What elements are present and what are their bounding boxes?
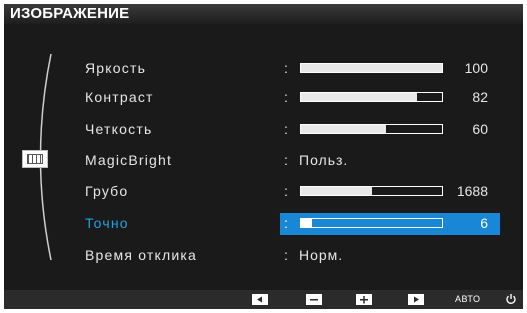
level-bar-fill bbox=[301, 64, 442, 72]
setting-label: Четкость bbox=[85, 121, 153, 137]
separator: : bbox=[284, 60, 288, 76]
level-bar[interactable] bbox=[300, 92, 443, 102]
separator: : bbox=[284, 89, 288, 105]
separator: : bbox=[284, 121, 288, 137]
setting-value: Норм. bbox=[299, 247, 344, 263]
setting-row-brightness[interactable]: Яркость : 100 bbox=[4, 58, 523, 80]
right-arrow-icon[interactable] bbox=[408, 294, 424, 305]
level-bar[interactable] bbox=[300, 186, 443, 196]
setting-value: Польз. bbox=[299, 152, 349, 168]
osd-menu: ИЗОБРАЖЕНИЕ Яркость : 100 Контраст : 82 … bbox=[4, 4, 523, 309]
setting-value: 82 bbox=[472, 89, 488, 105]
auto-button[interactable]: АВТО bbox=[455, 294, 481, 304]
minus-icon[interactable] bbox=[306, 294, 322, 305]
setting-value: 100 bbox=[464, 60, 488, 76]
level-bar[interactable] bbox=[300, 63, 443, 73]
menu-title: ИЗОБРАЖЕНИЕ bbox=[10, 5, 130, 22]
separator: : bbox=[284, 183, 288, 199]
plus-icon[interactable] bbox=[356, 294, 372, 305]
power-icon[interactable] bbox=[505, 293, 517, 305]
setting-row-response-time[interactable]: Время отклика : Норм. bbox=[4, 245, 523, 267]
setting-row-fine[interactable]: Точно : 6 bbox=[4, 213, 523, 235]
left-arrow-icon[interactable] bbox=[252, 294, 268, 305]
setting-label: MagicBright bbox=[85, 152, 173, 168]
setting-value: 60 bbox=[472, 121, 488, 137]
settings-panel: Яркость : 100 Контраст : 82 Четкость : 6… bbox=[4, 24, 523, 290]
separator: : bbox=[284, 247, 288, 263]
setting-row-magicbright[interactable]: MagicBright : Польз. bbox=[4, 150, 523, 172]
setting-row-sharpness[interactable]: Четкость : 60 bbox=[4, 119, 523, 141]
level-bar-fill bbox=[301, 219, 313, 227]
control-bar: АВТО bbox=[4, 290, 523, 309]
separator: : bbox=[284, 215, 288, 231]
setting-value: 1688 bbox=[456, 183, 488, 199]
setting-label: Яркость bbox=[85, 60, 147, 76]
separator: : bbox=[284, 152, 288, 168]
setting-label: Грубо bbox=[85, 183, 129, 199]
setting-row-contrast[interactable]: Контраст : 82 bbox=[4, 87, 523, 109]
setting-label: Время отклика bbox=[85, 247, 197, 263]
level-bar[interactable] bbox=[300, 124, 443, 134]
setting-label: Контраст bbox=[85, 89, 154, 105]
level-bar-fill bbox=[301, 125, 386, 133]
setting-row-coarse[interactable]: Грубо : 1688 bbox=[4, 181, 523, 203]
setting-label: Точно bbox=[85, 215, 129, 231]
level-bar-fill bbox=[301, 187, 372, 195]
level-bar-fill bbox=[301, 93, 417, 101]
level-bar[interactable] bbox=[300, 218, 443, 228]
title-bar: ИЗОБРАЖЕНИЕ bbox=[4, 4, 523, 24]
setting-value: 6 bbox=[480, 215, 488, 231]
